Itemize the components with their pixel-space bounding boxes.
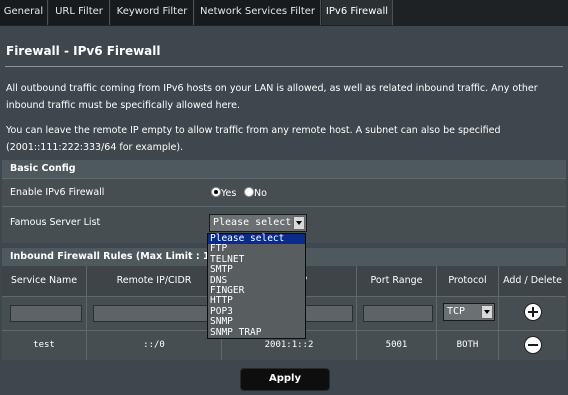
service-name-input[interactable]	[10, 305, 82, 322]
no-label: No	[254, 188, 267, 199]
rule-remote-ip: ::/0	[87, 331, 222, 360]
tab-url-filter[interactable]: URL Filter	[49, 0, 110, 25]
remote-ip-input[interactable]	[93, 305, 218, 322]
protocol-select[interactable]: TCP	[443, 303, 495, 321]
col-add-delete: Add / Delete	[503, 275, 562, 286]
description-remote-ip: You can leave the remote IP empty to all…	[6, 125, 501, 153]
rule-port-range: 5001	[357, 331, 437, 360]
dropdown-arrow-icon[interactable]	[293, 216, 305, 230]
add-circle-icon[interactable]	[524, 303, 542, 321]
famous-server-list-label: Famous Server List	[10, 217, 101, 228]
apply-button[interactable]: Apply	[240, 368, 330, 391]
remove-circle-icon[interactable]	[524, 336, 542, 354]
radio-no-icon[interactable]	[244, 187, 254, 197]
description-outbound: All outbound traffic coming from IPv6 ho…	[6, 83, 538, 111]
tab-bar: General URL Filter Keyword Filter Networ…	[0, 0, 568, 26]
dropdown-option[interactable]: SNMP TRAP	[208, 327, 305, 338]
cell-remote-input	[87, 297, 222, 330]
enable-yes-option[interactable]: Yes	[211, 187, 236, 199]
protocol-select-value: TCP	[447, 306, 466, 317]
cell-delete	[499, 331, 566, 360]
enable-ipv6-firewall-label: Enable IPv6 Firewall	[10, 187, 105, 198]
enable-ipv6-firewall-row: Enable IPv6 Firewall Yes No	[2, 178, 566, 206]
dropdown-option[interactable]: SNMP	[208, 316, 305, 327]
tab-general[interactable]: General	[0, 0, 48, 25]
yes-label: Yes	[221, 188, 237, 199]
famous-server-dropdown-list[interactable]: Please select FTP TELNET SMTP DNS FINGER…	[207, 233, 306, 339]
cell-port-input	[357, 297, 437, 330]
tab-ipv6-firewall[interactable]: IPv6 Firewall	[322, 0, 393, 25]
col-service-name: Service Name	[2, 266, 87, 296]
cell-add	[499, 297, 566, 330]
basic-config-header: Basic Config	[2, 160, 566, 178]
protocol-dropdown-arrow-icon[interactable]	[481, 305, 493, 319]
cell-service-input	[2, 297, 87, 330]
tab-network-services-filter[interactable]: Network Services Filter	[195, 0, 321, 25]
famous-server-select-value: Please select	[213, 217, 292, 228]
rule-service-name: test	[2, 331, 87, 360]
title-divider	[5, 66, 563, 67]
port-range-input[interactable]	[363, 305, 433, 322]
rule-protocol: BOTH	[437, 331, 499, 360]
famous-server-select[interactable]: Please select	[209, 214, 307, 232]
dropdown-option[interactable]: SMTP	[208, 264, 305, 275]
tab-keyword-filter[interactable]: Keyword Filter	[111, 0, 194, 25]
enable-no-option[interactable]: No	[244, 187, 267, 199]
col-remote-ip: Remote IP/CIDR	[87, 266, 222, 296]
radio-yes-icon[interactable]	[211, 187, 221, 197]
col-protocol: Protocol	[437, 266, 499, 296]
page-title: Firewall - IPv6 Firewall	[6, 44, 161, 58]
col-port-range: Port Range	[357, 266, 437, 296]
cell-protocol-select: TCP	[437, 297, 499, 330]
